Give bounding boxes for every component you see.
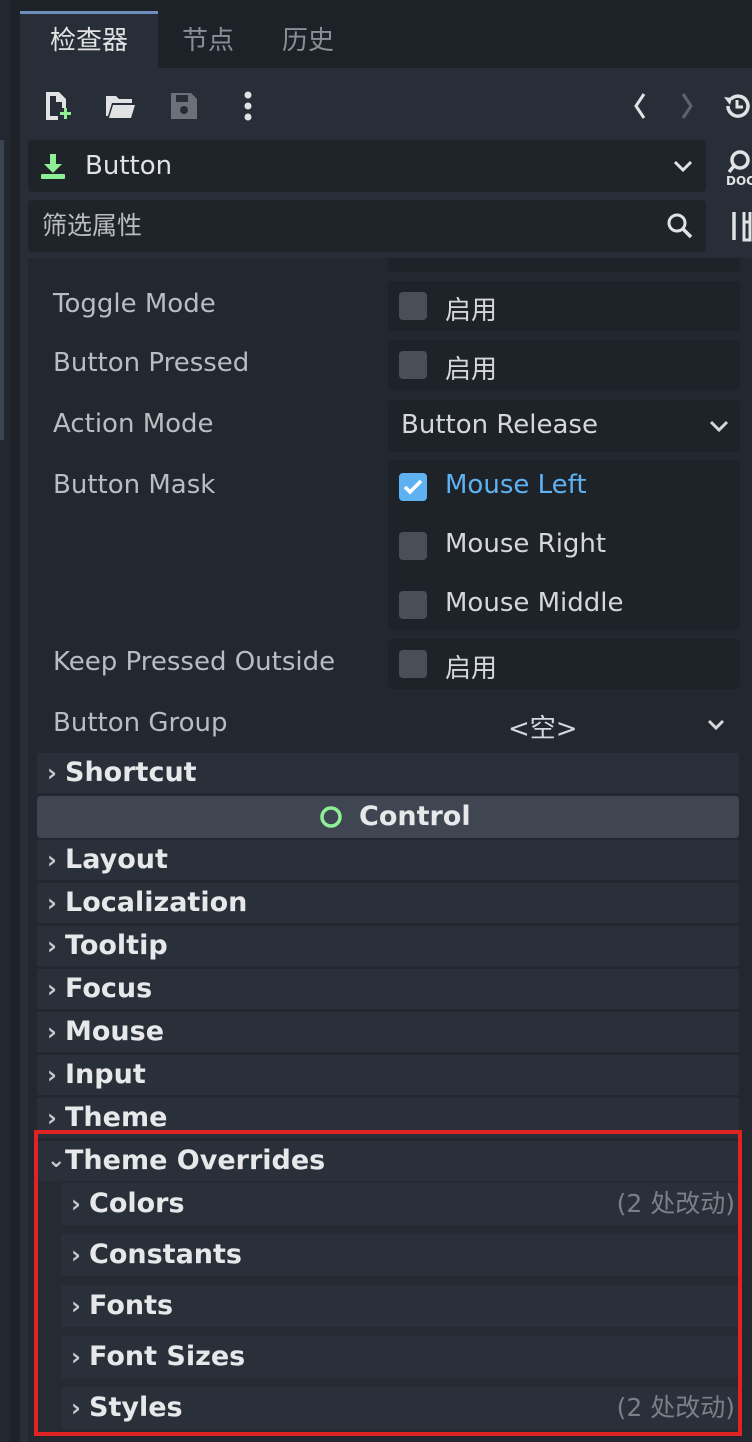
history-icon[interactable] [722, 86, 752, 126]
chevron-right-icon: › [47, 1061, 57, 1089]
keep-pressed-outside-enable-label: 启用 [445, 654, 498, 684]
toggle-mode-label: Toggle Mode [53, 289, 216, 319]
search-icon [666, 212, 694, 244]
section-focus-label: Focus [65, 973, 153, 1004]
chevron-down-icon [708, 416, 730, 440]
doc-icon-label: DOC [726, 174, 752, 188]
mouse-left-checkbox[interactable] [399, 473, 427, 501]
filter-properties-input[interactable]: 筛选属性 [28, 200, 706, 252]
left-dock-edge [0, 0, 10, 1442]
button-pressed-field[interactable]: 启用 [388, 340, 740, 390]
section-localization[interactable]: › Localization [37, 883, 739, 923]
tab-node[interactable]: 节点 [158, 14, 258, 68]
toggle-mode-enable-label: 启用 [445, 296, 498, 326]
section-mouse[interactable]: › Mouse [37, 1012, 739, 1052]
button-pressed-enable-label: 启用 [445, 355, 498, 385]
keep-pressed-outside-checkbox[interactable] [399, 650, 427, 678]
nav-back-icon[interactable] [620, 86, 660, 126]
section-layout-label: Layout [65, 844, 168, 875]
new-resource-icon[interactable] [37, 86, 77, 126]
button-group-label: Button Group [53, 708, 228, 738]
class-header-control[interactable]: Control [37, 796, 739, 838]
chevron-right-icon: › [47, 846, 57, 874]
nav-forward-icon[interactable] [667, 86, 707, 126]
section-focus[interactable]: › Focus [37, 969, 739, 1009]
open-folder-icon[interactable] [100, 86, 140, 126]
button-node-icon [40, 152, 66, 184]
filter-placeholder: 筛选属性 [42, 211, 143, 240]
node-type-selector[interactable]: Button [28, 140, 706, 192]
section-tooltip[interactable]: › Tooltip [37, 926, 739, 966]
section-shortcut-label: Shortcut [65, 757, 197, 788]
button-pressed-checkbox[interactable] [399, 351, 427, 379]
previous-property-field [388, 258, 740, 272]
chevron-right-icon: › [47, 975, 57, 1003]
keep-pressed-outside-field[interactable]: 启用 [388, 639, 740, 689]
button-mask-label: Button Mask [53, 470, 216, 500]
tab-history[interactable]: 历史 [258, 14, 358, 68]
chevron-right-icon: › [47, 759, 57, 787]
node-type-label: Button [85, 151, 173, 181]
highlight-box [34, 1130, 742, 1436]
toggle-mode-field[interactable]: 启用 [388, 281, 740, 331]
mouse-right-checkbox[interactable] [399, 532, 427, 560]
button-mask-field: Mouse Left Mouse Right Mouse Middle [388, 460, 740, 630]
section-localization-label: Localization [65, 887, 248, 918]
chevron-right-icon: › [47, 1018, 57, 1046]
chevron-down-icon [706, 716, 726, 738]
section-mouse-label: Mouse [65, 1016, 165, 1047]
button-group-picker[interactable]: <空> [388, 700, 740, 750]
tools-icon[interactable] [728, 208, 752, 244]
section-tooltip-label: Tooltip [65, 930, 168, 961]
chevron-right-icon: › [47, 932, 57, 960]
button-group-value: <空> [508, 714, 578, 744]
keep-pressed-outside-label: Keep Pressed Outside [53, 647, 336, 677]
section-shortcut[interactable]: › Shortcut [37, 753, 739, 793]
mouse-middle-label[interactable]: Mouse Middle [445, 588, 624, 618]
more-vert-icon[interactable] [228, 86, 268, 126]
action-mode-dropdown[interactable]: Button Release [388, 400, 740, 452]
button-pressed-label: Button Pressed [53, 348, 250, 378]
dock-tab-bar: 检查器 节点 历史 [10, 0, 752, 68]
section-input[interactable]: › Input [37, 1055, 739, 1095]
mouse-middle-checkbox[interactable] [399, 591, 427, 619]
section-input-label: Input [65, 1059, 146, 1090]
class-header-control-label: Control [359, 801, 471, 832]
control-node-icon [319, 805, 343, 833]
mouse-left-label[interactable]: Mouse Left [445, 470, 587, 500]
save-icon[interactable] [164, 86, 204, 126]
section-layout[interactable]: › Layout [37, 840, 739, 880]
toggle-mode-checkbox[interactable] [399, 292, 427, 320]
action-mode-value: Button Release [401, 410, 598, 440]
chevron-down-icon [672, 156, 694, 180]
tab-inspector[interactable]: 检查器 [20, 11, 158, 68]
mouse-right-label[interactable]: Mouse Right [445, 529, 606, 559]
chevron-right-icon: › [47, 889, 57, 917]
action-mode-label: Action Mode [53, 409, 214, 439]
doc-icon[interactable]: DOC [722, 148, 752, 188]
